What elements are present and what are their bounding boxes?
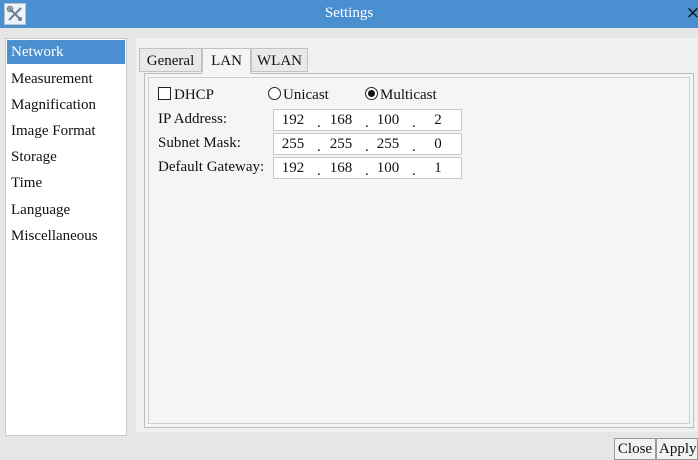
sidebar-item-time[interactable]: Time: [7, 171, 125, 195]
sidebar-item-language[interactable]: Language: [7, 198, 125, 222]
octet-separator: .: [317, 115, 321, 131]
default-gateway-field: . . .: [273, 157, 462, 179]
sidebar-item-miscellaneous[interactable]: Miscellaneous: [7, 224, 125, 248]
subnet-octet-4[interactable]: [421, 134, 455, 154]
dhcp-label: DHCP: [174, 87, 215, 103]
tab-general[interactable]: General: [139, 48, 202, 72]
gateway-octet-3[interactable]: [371, 158, 405, 178]
radio-checked-icon: [365, 87, 378, 100]
ip-octet-4[interactable]: [421, 110, 455, 130]
octet-separator: .: [365, 163, 369, 179]
unicast-radio[interactable]: Unicast: [268, 87, 329, 107]
subnet-mask-label: Subnet Mask:: [158, 135, 241, 151]
tab-lan[interactable]: LAN: [202, 48, 251, 74]
ip-address-label: IP Address:: [158, 111, 228, 127]
octet-separator: .: [412, 139, 416, 155]
close-icon[interactable]: ×: [686, 3, 698, 23]
checkbox-icon: [158, 87, 171, 100]
sidebar-item-magnification[interactable]: Magnification: [7, 93, 125, 117]
dhcp-checkbox[interactable]: DHCP: [158, 87, 214, 107]
ip-octet-3[interactable]: [371, 110, 405, 130]
subnet-mask-field: . . .: [273, 133, 462, 155]
lan-panel: DHCP Unicast Multicast IP Address: . . .…: [144, 73, 694, 428]
ip-octet-2[interactable]: [324, 110, 358, 130]
octet-separator: .: [365, 115, 369, 131]
subnet-octet-2[interactable]: [324, 134, 358, 154]
sidebar-item-measurement[interactable]: Measurement: [7, 67, 125, 91]
multicast-label: Multicast: [380, 87, 437, 103]
sidebar-item-network[interactable]: Network: [7, 40, 125, 64]
octet-separator: .: [365, 139, 369, 155]
octet-separator: .: [317, 163, 321, 179]
gateway-octet-4[interactable]: [421, 158, 455, 178]
subnet-octet-1[interactable]: [276, 134, 310, 154]
multicast-radio[interactable]: Multicast: [365, 87, 437, 107]
sidebar: Network Measurement Magnification Image …: [5, 38, 127, 436]
tab-wlan[interactable]: WLAN: [251, 48, 308, 72]
gateway-octet-2[interactable]: [324, 158, 358, 178]
title-bar: Settings ×: [0, 0, 698, 28]
radio-unchecked-icon: [268, 87, 281, 100]
main-panel: General LAN WLAN DHCP Unicast Multicast …: [136, 38, 698, 432]
ip-address-field: . . .: [273, 109, 462, 131]
octet-separator: .: [412, 115, 416, 131]
unicast-label: Unicast: [283, 87, 329, 103]
ip-octet-1[interactable]: [276, 110, 310, 130]
lan-group: DHCP Unicast Multicast IP Address: . . .…: [148, 77, 690, 424]
subnet-octet-3[interactable]: [371, 134, 405, 154]
window-title: Settings: [324, 5, 374, 21]
gateway-octet-1[interactable]: [276, 158, 310, 178]
octet-separator: .: [317, 139, 321, 155]
sidebar-item-storage[interactable]: Storage: [7, 145, 125, 169]
default-gateway-label: Default Gateway:: [158, 159, 265, 175]
octet-separator: .: [412, 163, 416, 179]
sidebar-item-image-format[interactable]: Image Format: [7, 119, 125, 143]
